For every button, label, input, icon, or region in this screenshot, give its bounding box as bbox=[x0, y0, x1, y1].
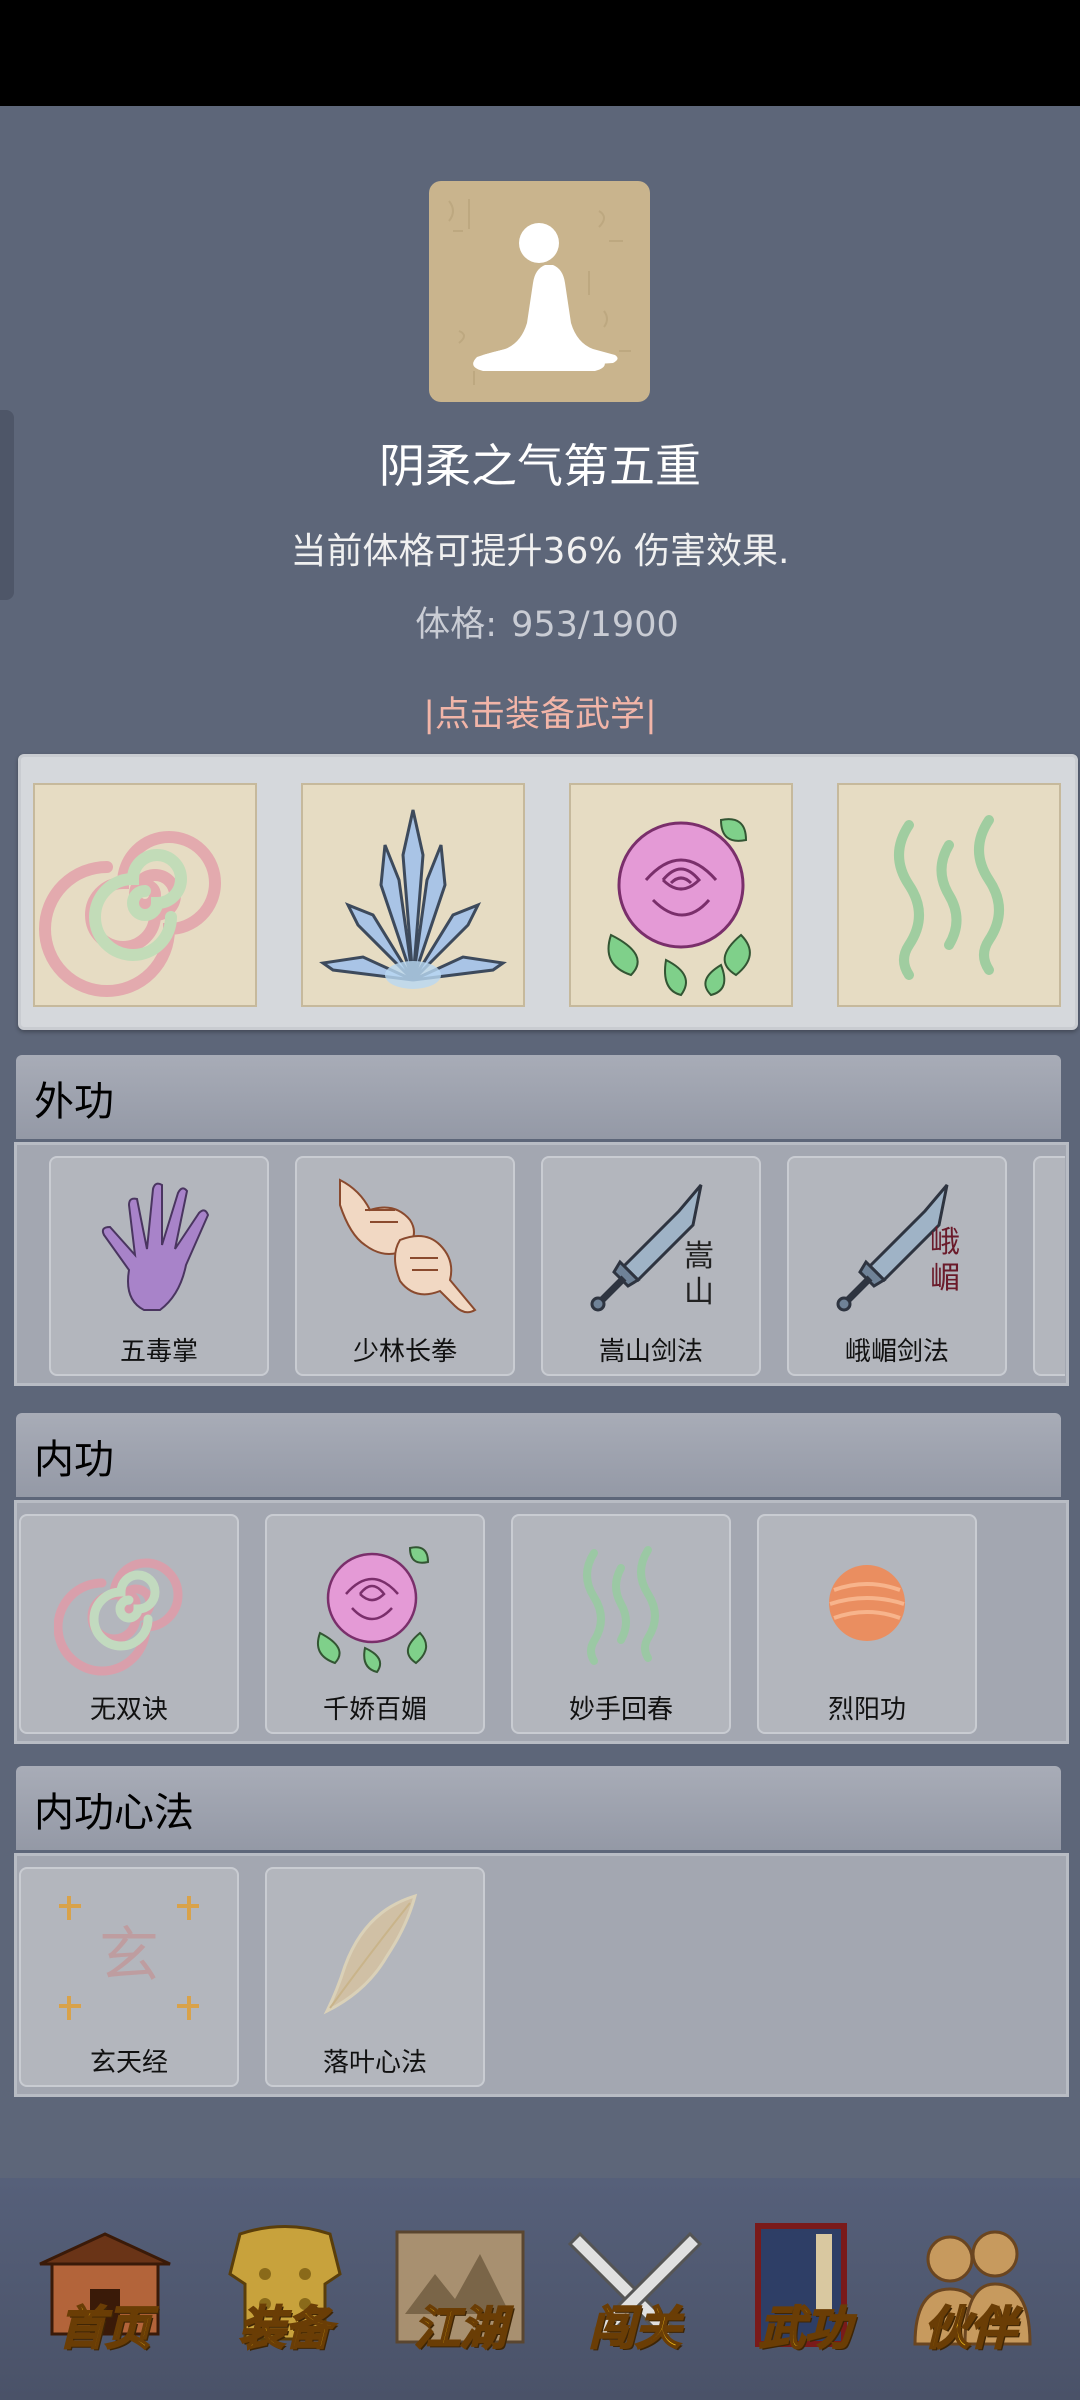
skill-label: 峨嵋剑法 bbox=[844, 1337, 949, 1367]
skill-label: 玄天经 bbox=[89, 2048, 168, 2078]
nav-jianghu[interactable]: 江湖 bbox=[385, 2214, 535, 2364]
green-waves-icon bbox=[894, 815, 1004, 980]
leaf-icon bbox=[323, 1893, 418, 2015]
equipped-slot-3[interactable] bbox=[569, 783, 793, 1007]
section-title: 内功心法 bbox=[34, 1790, 194, 1836]
skill-label: 五毒掌 bbox=[119, 1337, 198, 1367]
section-header-internal: 内功 bbox=[16, 1413, 1061, 1497]
meditating-figure-icon bbox=[448, 199, 631, 385]
skill-label: 千娇百媚 bbox=[322, 1695, 427, 1725]
status-bar bbox=[0, 0, 1080, 106]
skill-label: 无双诀 bbox=[89, 1695, 168, 1725]
skill-label: 烈阳功 bbox=[827, 1695, 906, 1725]
nav-label: 伙伴 bbox=[923, 2300, 1017, 2356]
stat-line: 体格: 953/1900 bbox=[0, 596, 1080, 647]
section-header-external: 外功 bbox=[16, 1055, 1061, 1139]
nav-label: 闯关 bbox=[588, 2300, 682, 2356]
sword-icon: 嵩 山 bbox=[590, 1184, 714, 1312]
stat-label: 体格: bbox=[415, 605, 498, 645]
sword-glyph-2: 嵋 bbox=[930, 1261, 960, 1296]
rose-icon bbox=[607, 818, 751, 997]
crystal-shards-icon bbox=[319, 809, 507, 989]
sword-glyph-2: 山 bbox=[684, 1275, 714, 1310]
xuan-glyph: 玄 bbox=[99, 1921, 159, 1991]
section-body-mental-method: 玄 玄天经 落叶心法 bbox=[14, 1853, 1069, 2097]
skill-card-luoye[interactable]: 落叶心法 bbox=[265, 1867, 485, 2087]
equip-hint[interactable]: |点击装备武学| bbox=[0, 686, 1080, 737]
nav-label: 首页 bbox=[58, 2300, 152, 2356]
nav-challenge[interactable]: 闯关 bbox=[560, 2214, 710, 2364]
bottom-nav: 首页 装备 江湖 闯关 武功 伙伴 bbox=[0, 2178, 1080, 2400]
section-header-mental-method: 内功心法 bbox=[16, 1766, 1061, 1850]
skill-card-shaolin-fist[interactable]: 少林长拳 bbox=[295, 1156, 515, 1376]
technique-title: 阴柔之气第五重 bbox=[379, 439, 701, 493]
skill-card-xuantian[interactable]: 玄 玄天经 bbox=[19, 1867, 239, 2087]
equipped-slot-2[interactable] bbox=[301, 783, 525, 1007]
purple-palm-icon bbox=[101, 1182, 210, 1311]
nav-companions[interactable]: 伙伴 bbox=[895, 2214, 1045, 2364]
sword-glyph-1: 峨 bbox=[930, 1225, 960, 1260]
nav-home[interactable]: 首页 bbox=[30, 2214, 180, 2364]
skill-label: 落叶心法 bbox=[322, 2048, 427, 2078]
skill-label: 少林长拳 bbox=[352, 1337, 457, 1367]
green-waves-icon bbox=[583, 1546, 659, 1665]
section-title: 外功 bbox=[34, 1079, 114, 1125]
section-title: 内功 bbox=[34, 1437, 114, 1483]
sword-icon: 峨 嵋 bbox=[836, 1184, 960, 1312]
rose-icon bbox=[316, 1546, 430, 1674]
section-body-external: 五毒掌 少林长拳 嵩 山 嵩山剑法 峨 嵋 峨嵋剑法 bbox=[14, 1142, 1069, 1386]
skill-card-partial[interactable] bbox=[1033, 1156, 1065, 1376]
sun-orb-icon bbox=[829, 1565, 905, 1641]
spiral-icon bbox=[54, 1558, 183, 1676]
skill-label: 嵩山剑法 bbox=[598, 1337, 703, 1367]
skill-label: 妙手回春 bbox=[568, 1695, 673, 1725]
xuan-seal-icon: 玄 bbox=[59, 1896, 199, 2020]
skill-card-wushuang[interactable]: 无双诀 bbox=[19, 1514, 239, 1734]
skill-card-qianjiao[interactable]: 千娇百媚 bbox=[265, 1514, 485, 1734]
nav-label: 武功 bbox=[758, 2300, 852, 2356]
skill-card-songshan-sword[interactable]: 嵩 山 嵩山剑法 bbox=[541, 1156, 761, 1376]
sword-glyph-1: 嵩 bbox=[684, 1239, 714, 1274]
technique-description: 当前体格可提升36% 伤害效果. bbox=[290, 531, 790, 572]
fists-icon bbox=[339, 1178, 477, 1314]
spiral-icon bbox=[39, 831, 221, 997]
nav-equipment[interactable]: 装备 bbox=[210, 2214, 360, 2364]
nav-martial-arts[interactable]: 武功 bbox=[730, 2214, 880, 2364]
stat-value: 953/1900 bbox=[511, 605, 679, 645]
equipped-slot-4[interactable] bbox=[837, 783, 1061, 1007]
nav-label: 装备 bbox=[238, 2300, 332, 2356]
equipped-skills-row bbox=[18, 754, 1078, 1030]
meditation-avatar bbox=[429, 181, 650, 402]
skill-card-emei-sword[interactable]: 峨 嵋 峨嵋剑法 bbox=[787, 1156, 1007, 1376]
skill-card-wudu-palm[interactable]: 五毒掌 bbox=[49, 1156, 269, 1376]
section-body-internal: 无双诀 千娇百媚 妙手回春 烈阳功 bbox=[14, 1500, 1069, 1744]
skill-card-lieyang[interactable]: 烈阳功 bbox=[757, 1514, 977, 1734]
skill-card-miaoshou[interactable]: 妙手回春 bbox=[511, 1514, 731, 1734]
equipped-slot-1[interactable] bbox=[33, 783, 257, 1007]
nav-label: 江湖 bbox=[413, 2300, 507, 2356]
